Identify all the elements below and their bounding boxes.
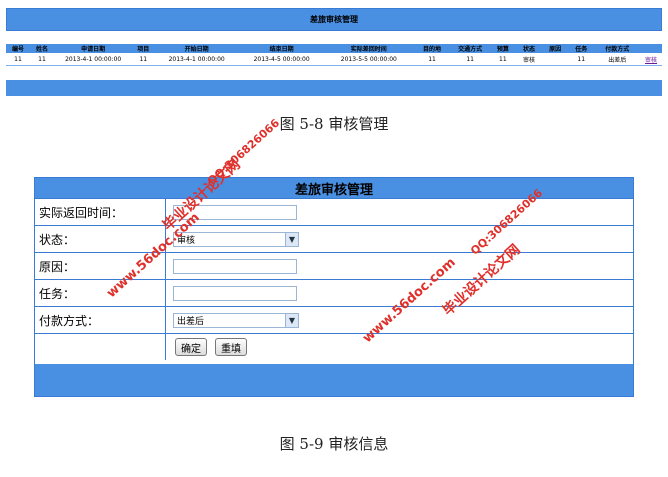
audit-link[interactable]: 审核: [640, 53, 662, 66]
column-header: 项目: [132, 44, 155, 53]
task-label: 任务：: [35, 280, 166, 306]
payment-label: 付款方式：: [35, 307, 166, 333]
column-header: [640, 44, 662, 53]
column-header: 原因: [542, 44, 569, 53]
status-row: 状态： 审核 ▼: [35, 226, 633, 253]
chevron-down-icon[interactable]: ▼: [285, 232, 298, 246]
list-footer-bar: [6, 80, 662, 96]
table-cell: 审核: [515, 53, 543, 66]
column-header: 姓名: [29, 44, 54, 53]
table-cell: 出差后: [594, 53, 641, 66]
confirm-button[interactable]: 确定: [175, 338, 207, 356]
table-cell: 2013-4-1 00:00:00: [53, 53, 133, 66]
list-title-bar: 差旅审核管理: [6, 8, 662, 31]
list-title: 差旅审核管理: [310, 15, 358, 24]
chevron-down-icon[interactable]: ▼: [285, 313, 298, 327]
audit-list-panel: 差旅审核管理 编号 姓名 申请日期 项目 开始日期 结束日期 实际差回时间 目的地 交通方式 预算…: [6, 8, 662, 96]
column-header: 开始日期: [154, 44, 240, 53]
figure-caption-1: 图 5-8 审核管理: [279, 115, 389, 133]
payment-select[interactable]: 出差后 ▼: [173, 312, 299, 328]
status-label: 状态：: [35, 226, 166, 252]
column-header: 交通方式: [450, 44, 490, 53]
reset-button[interactable]: 重填: [215, 338, 247, 356]
actions-row: 确定 重填: [35, 334, 633, 360]
column-header: 任务: [568, 44, 595, 53]
table-cell: [542, 53, 569, 66]
column-header: 付款方式: [594, 44, 641, 53]
table-cell: 2013-4-1 00:00:00: [154, 53, 240, 66]
table-header-row: 编号 姓名 申请日期 项目 开始日期 结束日期 实际差回时间 目的地 交通方式 预算 状态 原因 任务付…: [6, 44, 662, 53]
column-header: 结束日期: [239, 44, 325, 53]
table-cell: 11: [6, 53, 30, 66]
form-footer-bar: [35, 364, 633, 396]
table-cell: 11: [132, 53, 155, 66]
status-select[interactable]: 审核 ▼: [173, 231, 299, 247]
table-cell: 11: [29, 53, 54, 66]
table-cell: 11: [568, 53, 595, 66]
table-cell: 2013-4-5 00:00:00: [239, 53, 325, 66]
reason-input[interactable]: [173, 258, 297, 274]
return-time-row: 实际返回时间：: [35, 199, 633, 226]
audit-table: 编号 姓名 申请日期 项目 开始日期 结束日期 实际差回时间 目的地 交通方式 预算 状态 原因 任务付…: [6, 44, 662, 66]
table-cell: 11: [489, 53, 516, 66]
column-header: 预算: [489, 44, 516, 53]
table-cell: 2013-5-5 00:00:00: [324, 53, 414, 66]
column-header: 实际差回时间: [324, 44, 414, 53]
column-header: 申请日期: [53, 44, 133, 53]
task-input[interactable]: [173, 285, 297, 301]
column-header: 编号: [6, 44, 30, 53]
column-header: 状态: [515, 44, 543, 53]
form-title: 差旅审核管理: [294, 182, 373, 198]
table-cell: 11: [450, 53, 490, 66]
payment-row: 付款方式： 出差后 ▼: [35, 307, 633, 334]
column-header: 目的地: [413, 44, 451, 53]
table-cell: 11: [413, 53, 451, 66]
return-time-label: 实际返回时间：: [35, 199, 166, 225]
figure-caption-2: 图 5-9 审核信息: [279, 435, 389, 453]
payment-select-value: 出差后: [177, 316, 205, 327]
table-row: 11 11 2013-4-1 00:00:00 11 2013-4-1 00:00:00…: [6, 53, 662, 66]
